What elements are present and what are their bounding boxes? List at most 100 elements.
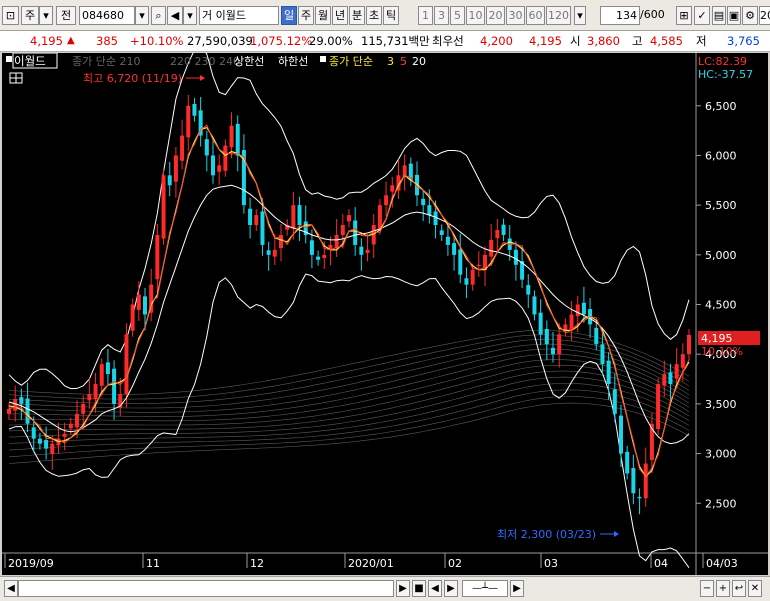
low-annotation: 최저 2,300 (03/23) xyxy=(497,528,596,541)
candle-body xyxy=(87,393,92,401)
period-button-5[interactable]: 초 xyxy=(366,6,382,25)
high-label: 고 xyxy=(632,34,643,48)
candle-body xyxy=(439,230,444,235)
candle-body xyxy=(62,433,67,437)
chart-area[interactable]: 6,500 6,000 5,500 5,000 4,500 4,000 3,500 3,000… xyxy=(2,45,768,575)
high-value: 4,585 xyxy=(650,34,683,48)
code-dropdown-icon[interactable]: ▾ xyxy=(135,6,149,25)
scroll-right-icon[interactable]: ▶ xyxy=(396,580,410,597)
y-tick-label: 4,500 xyxy=(705,299,737,312)
candle-body xyxy=(353,220,358,245)
candle-body xyxy=(192,103,197,116)
speed-right-icon[interactable]: ▶ xyxy=(510,580,524,597)
candle-body xyxy=(421,198,426,206)
candle-body xyxy=(464,278,469,285)
speaker-dropdown-icon[interactable]: ▾ xyxy=(183,6,197,25)
candle-body xyxy=(445,236,450,245)
candle-body xyxy=(377,205,382,229)
gear-icon[interactable]: ⚙ xyxy=(742,6,758,25)
candle-body xyxy=(93,384,98,400)
tick-button-1[interactable]: 3 xyxy=(434,6,449,25)
toolbar: ⊡ 주 ▾ 전 084680 ▾ ⌕ ◀ ▾ 거 이월드 일주월년분초틱 135… xyxy=(0,0,770,31)
legend-ma3: 3 xyxy=(387,55,394,68)
scroll-left-icon[interactable]: ◀ xyxy=(4,580,18,597)
volume-percent: 1,075.12% xyxy=(250,34,313,48)
zoom-out-icon[interactable]: − xyxy=(700,580,714,597)
candle-body xyxy=(68,423,73,429)
legend-ma5: 5 xyxy=(400,55,407,68)
save-icon[interactable]: ▣ xyxy=(727,6,741,25)
tick-button-3[interactable]: 10 xyxy=(466,6,485,25)
period-button-1[interactable]: 주 xyxy=(298,6,314,25)
right-value: 20 xyxy=(759,6,770,25)
grid-icon[interactable]: ⊞ xyxy=(676,6,692,25)
candle-body xyxy=(470,269,475,285)
legend-ma20: 20 xyxy=(412,55,426,68)
period-button-2[interactable]: 월 xyxy=(315,6,331,25)
code-input[interactable]: 084680 xyxy=(79,6,135,25)
tick-button-5[interactable]: 30 xyxy=(506,6,525,25)
tick-button-4[interactable]: 20 xyxy=(486,6,505,25)
candle-body xyxy=(594,327,599,345)
count-total: /600 xyxy=(640,8,665,21)
change-value: 385 xyxy=(96,34,118,48)
speed-slider[interactable]: —┴— xyxy=(462,580,508,597)
rewind-icon[interactable]: ◀ xyxy=(428,580,442,597)
price-chart[interactable]: 6,5006,0005,5005,0004,5004,0003,5003,000… xyxy=(2,45,768,575)
candle-body xyxy=(662,374,667,386)
tick-button-6[interactable]: 60 xyxy=(526,6,545,25)
tick-button-0[interactable]: 1 xyxy=(418,6,433,25)
close-icon[interactable]: ✕ xyxy=(748,580,762,597)
zoom-in-icon[interactable]: + xyxy=(716,580,730,597)
candle-body xyxy=(340,225,345,235)
candle-body xyxy=(105,362,110,375)
stock-name-field[interactable]: 거 이월드 xyxy=(199,6,279,25)
tick-button-2[interactable]: 5 xyxy=(450,6,465,25)
period-button-6[interactable]: 틱 xyxy=(383,6,399,25)
y-tick-label: 3,500 xyxy=(705,398,737,411)
candle-body xyxy=(112,368,117,404)
candle-body xyxy=(186,105,191,138)
scroll-track[interactable] xyxy=(18,580,394,597)
search-icon[interactable]: ⌕ xyxy=(151,6,166,25)
tick-button-7[interactable]: 120 xyxy=(546,6,571,25)
candle-body xyxy=(99,364,104,386)
type-select[interactable]: 전 xyxy=(56,6,76,25)
volume: 27,590,039 xyxy=(187,34,253,48)
period-button-4[interactable]: 분 xyxy=(349,6,365,25)
priority-label: 최우선 xyxy=(432,34,464,48)
market-select[interactable]: 주 xyxy=(21,6,39,25)
tick-dropdown-icon[interactable]: ▾ xyxy=(574,6,586,25)
candle-body xyxy=(322,254,327,259)
window-menu-icon[interactable]: ⊡ xyxy=(2,6,19,25)
legend-ma-label: 종가 단순 210 xyxy=(72,55,140,68)
candle-body xyxy=(229,125,234,148)
candle-body xyxy=(656,384,661,430)
current-pct-tag: 10.10% xyxy=(701,345,743,358)
candle-body xyxy=(204,139,209,156)
candle-body xyxy=(489,239,494,257)
market-dropdown-icon[interactable]: ▾ xyxy=(39,6,53,25)
y-tick-label: 5,000 xyxy=(705,249,737,262)
reset-icon[interactable]: ↩ xyxy=(732,580,746,597)
stop-icon[interactable]: ■ xyxy=(412,580,426,597)
candle-body xyxy=(625,451,630,474)
candle-body xyxy=(25,398,30,424)
open-label: 시 xyxy=(570,34,581,48)
candle-body xyxy=(223,145,228,171)
period-button-3[interactable]: 년 xyxy=(332,6,348,25)
print-icon[interactable]: ▤ xyxy=(712,6,726,25)
play-icon[interactable]: ▶ xyxy=(444,580,458,597)
candle-body xyxy=(606,360,611,385)
legend-stock-name: 이월드 xyxy=(14,54,46,68)
candle-body xyxy=(347,215,351,222)
candle-body xyxy=(600,344,605,365)
chart-check-icon[interactable]: ✓ xyxy=(694,6,710,25)
period-button-0[interactable]: 일 xyxy=(281,6,297,25)
y-tick-label: 5,500 xyxy=(705,199,737,212)
turnover-rate: 29.00% xyxy=(309,34,353,48)
speaker-icon[interactable]: ◀ xyxy=(167,6,183,25)
candle-body xyxy=(458,249,463,275)
candle-body xyxy=(309,240,314,255)
count-input[interactable]: 134 xyxy=(600,6,640,25)
